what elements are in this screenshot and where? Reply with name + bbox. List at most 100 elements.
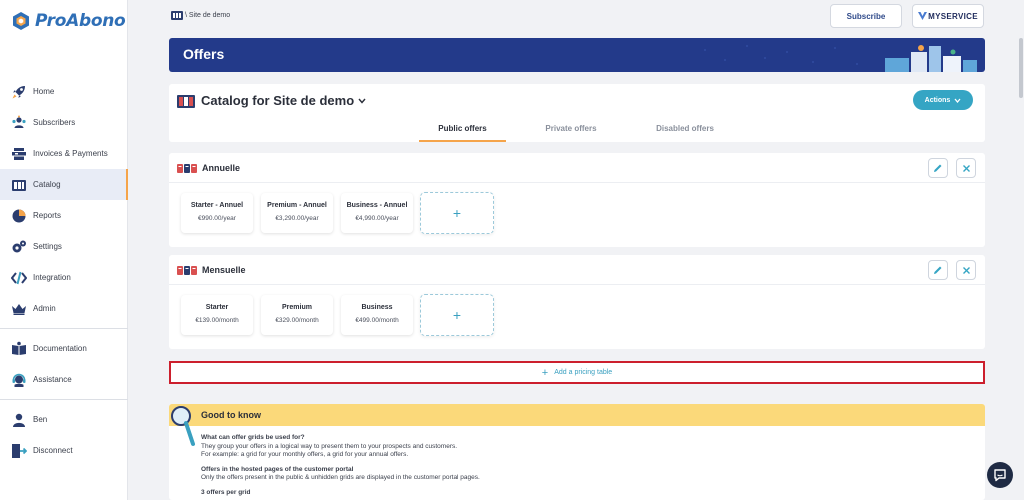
good-to-know-body: What can offer grids be used for? They g… — [169, 426, 985, 497]
grid-icon — [177, 265, 197, 275]
logo[interactable]: ProAbono — [12, 11, 126, 31]
offer-name: Starter - Annuel — [190, 202, 244, 209]
code-icon — [10, 269, 28, 287]
headset-icon — [10, 371, 28, 389]
offer-list: Starter - Annuel €990.00/year Premium - … — [169, 183, 985, 247]
catalog-title-text: Catalog for Site de demo — [201, 93, 355, 108]
offer-grid-mensuelle: Mensuelle Starter €139.00/month Premium … — [169, 255, 985, 349]
invoices-icon — [10, 145, 28, 163]
sidebar-item-label: Documentation — [33, 344, 87, 353]
chevron-down-icon — [358, 98, 366, 104]
add-pricing-table-button[interactable]: + Add a pricing table — [169, 361, 985, 384]
grid-name: Mensuelle — [202, 264, 246, 275]
sidebar-item-documentation[interactable]: Documentation — [0, 333, 128, 364]
offer-card[interactable]: Business - Annuel €4,990.00/year — [341, 193, 413, 233]
chat-button[interactable] — [987, 462, 1013, 488]
edit-grid-button[interactable] — [928, 260, 948, 280]
tip-line: They group your offers in a logical way … — [201, 442, 458, 450]
offer-grid-annuelle: Annuelle Starter - Annuel €990.00/year P… — [169, 153, 985, 247]
crown-icon — [10, 300, 28, 318]
sidebar-item-label: Disconnect — [33, 446, 73, 455]
grid-icon — [177, 163, 197, 173]
offer-card[interactable]: Business €499.00/month — [341, 295, 413, 335]
offer-name: Business — [361, 304, 393, 311]
sidebar-item-label: Admin — [33, 304, 56, 313]
tab-disabled-offers[interactable]: Disabled offers — [639, 124, 731, 142]
offer-tabs: Public offers Private offers Disabled of… — [169, 120, 985, 142]
tip-question: Offers in the hosted pages of the custom… — [201, 465, 354, 473]
subscribe-button[interactable]: Subscribe — [830, 4, 902, 28]
offer-price: €990.00/year — [198, 215, 236, 222]
sidebar-item-label: Integration — [33, 273, 71, 282]
offer-card[interactable]: Premium €329.00/month — [261, 295, 333, 335]
sidebar-item-catalog[interactable]: Catalog — [0, 169, 128, 200]
brand-text: MYSERVICE — [928, 11, 978, 21]
logout-icon — [10, 442, 28, 460]
tip-line: For example: a grid for your monthly off… — [201, 451, 409, 458]
tab-public-offers[interactable]: Public offers — [419, 124, 506, 142]
magnifier-icon — [171, 406, 195, 446]
plus-icon: + — [541, 366, 549, 379]
sidebar-item-subscribers[interactable]: Subscribers — [0, 107, 128, 138]
sidebar-item-reports[interactable]: Reports — [0, 200, 128, 231]
sidebar-item-user[interactable]: Ben — [0, 404, 128, 435]
sidebar-item-label: Catalog — [33, 180, 61, 189]
sidebar-item-label: Reports — [33, 211, 62, 220]
delete-grid-button[interactable] — [956, 158, 976, 178]
tab-private-offers[interactable]: Private offers — [526, 124, 616, 142]
sidebar-item-label: Subscribers — [33, 118, 76, 127]
brand-logo[interactable]: MYSERVICE — [912, 4, 984, 28]
tip-block: What can offer grids be used for? They g… — [201, 434, 985, 460]
add-offer-button[interactable]: + — [420, 294, 494, 336]
tip-block: 3 offers per grid — [201, 489, 985, 498]
sidebar-item-invoices-payments[interactable]: Invoices & Payments — [0, 138, 128, 169]
offer-name: Starter — [205, 304, 229, 311]
sidebar-item-home[interactable]: Home — [0, 76, 128, 107]
users-icon — [10, 114, 28, 132]
delete-grid-button[interactable] — [956, 260, 976, 280]
catalog-title[interactable]: Catalog for Site de demo — [177, 93, 366, 108]
offer-card[interactable]: Starter €139.00/month — [181, 295, 253, 335]
offer-price: €139.00/month — [195, 317, 239, 324]
nav-divider — [0, 328, 128, 329]
user-icon — [10, 411, 28, 429]
sidebar-item-admin[interactable]: Admin — [0, 293, 128, 324]
page-banner: Offers — [169, 38, 985, 72]
scrollbar[interactable] — [1018, 38, 1024, 478]
catalog-icon — [177, 94, 195, 108]
sidebar-item-label: Settings — [33, 242, 62, 251]
pencil-icon — [934, 266, 942, 274]
proabono-logo-icon — [13, 12, 29, 30]
tip-block: Offers in the hosted pages of the custom… — [201, 466, 985, 483]
sidebar-item-settings[interactable]: Settings — [0, 231, 128, 262]
offer-list: Starter €139.00/month Premium €329.00/mo… — [169, 285, 985, 349]
catalog-icon — [10, 176, 28, 194]
sidebar-item-integration[interactable]: Integration — [0, 262, 128, 293]
grid-name: Annuelle — [202, 162, 241, 173]
actions-label: Actions — [924, 96, 951, 104]
app-name: ProAbono — [35, 11, 126, 31]
offer-card[interactable]: Starter - Annuel €990.00/year — [181, 193, 253, 233]
page-title: Offers — [183, 46, 225, 62]
edit-grid-button[interactable] — [928, 158, 948, 178]
pie-chart-icon — [10, 207, 28, 225]
sidebar-item-label: Invoices & Payments — [33, 149, 108, 158]
offer-price: €3,290.00/year — [275, 215, 319, 222]
sidebar-item-label: Assistance — [33, 375, 72, 384]
breadcrumb[interactable]: \ Site de demo — [171, 10, 230, 20]
add-offer-button[interactable]: + — [420, 192, 494, 234]
offer-card[interactable]: Premium - Annuel €3,290.00/year — [261, 193, 333, 233]
book-icon — [10, 340, 28, 358]
actions-button[interactable]: Actions — [913, 90, 973, 110]
tip-question: What can offer grids be used for? — [201, 434, 305, 441]
banner-illustration — [704, 45, 977, 72]
scrollbar-thumb[interactable] — [1018, 38, 1024, 478]
good-to-know-panel: Good to know What can offer grids be use… — [169, 404, 985, 500]
main-nav: Home Subscribers Invoices & Payments Cat… — [0, 76, 128, 466]
offer-price: €4,990.00/year — [355, 215, 399, 222]
catalog-panel: Catalog for Site de demo Actions Public … — [169, 84, 985, 142]
sidebar-item-assistance[interactable]: Assistance — [0, 364, 128, 395]
breadcrumb-text: \ Site de demo — [185, 11, 231, 19]
sidebar-item-disconnect[interactable]: Disconnect — [0, 435, 128, 466]
gears-icon — [10, 238, 28, 256]
